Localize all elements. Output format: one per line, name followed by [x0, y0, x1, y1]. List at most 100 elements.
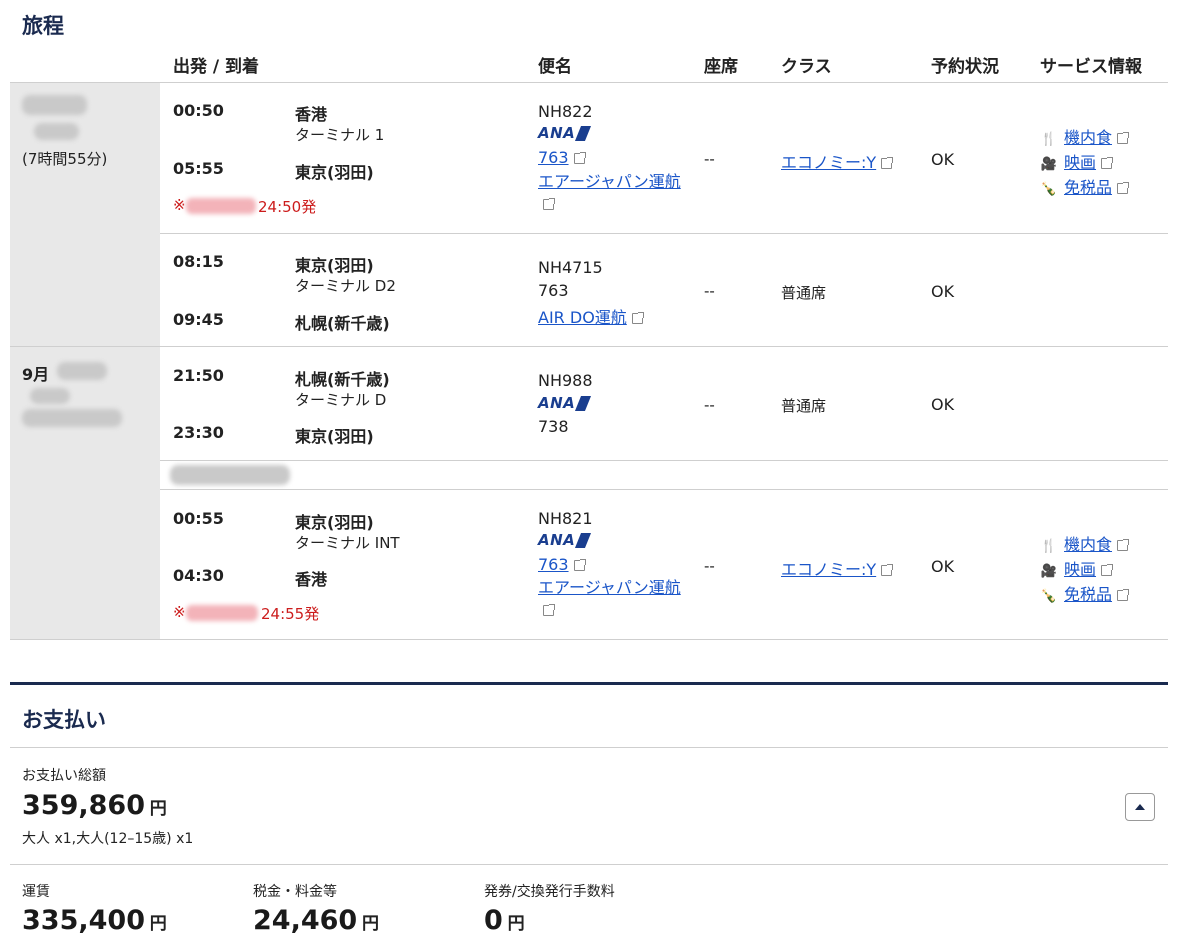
duty-free-icon: 🍾: [1040, 182, 1058, 197]
aircraft-link-text[interactable]: 763: [538, 555, 569, 574]
operator-link-text[interactable]: エアージャパン運航: [538, 172, 681, 191]
seg4-service-meal[interactable]: 🍴 機内食: [1040, 531, 1130, 555]
seg1-dep-terminal: ターミナル 1: [295, 126, 385, 144]
class-link-text[interactable]: エコノミー:Y: [781, 560, 876, 579]
seg4-dep-time: 00:55: [173, 509, 224, 528]
redacted-date: [34, 123, 79, 140]
redacted-date: [22, 95, 87, 115]
seg4-dep-terminal: ターミナル INT: [295, 534, 400, 552]
seg3-flight-number: NH988: [538, 371, 593, 390]
seg1-status: OK: [931, 150, 955, 169]
movie-icon: 🎥: [1040, 564, 1058, 579]
seg4-service-dutyfree[interactable]: 🍾 免税品: [1040, 581, 1130, 605]
redacted-date: [30, 388, 70, 404]
external-link-icon: [573, 559, 586, 571]
seg1-service-meal[interactable]: 🍴 機内食: [1040, 124, 1130, 148]
col-service: サービス情報: [1040, 57, 1142, 77]
service-link-text[interactable]: 免税品: [1064, 178, 1112, 197]
seg4-seat: --: [704, 557, 715, 575]
redacted-date: [57, 362, 107, 380]
external-link-icon: [1101, 157, 1114, 169]
external-link-icon: [1117, 539, 1130, 551]
seg3-dep-terminal: ターミナル D: [295, 391, 387, 409]
seg1-arr-city: 東京(羽田): [295, 163, 374, 182]
class-link-text[interactable]: エコノミー:Y: [781, 153, 876, 172]
meal-icon: 🍴: [1040, 539, 1058, 554]
aircraft-link-text[interactable]: 763: [538, 148, 569, 167]
fee-amount-value: 0: [484, 905, 503, 936]
seg1-dep-city: 香港: [295, 105, 328, 124]
seg3-aircraft: 738: [538, 417, 569, 436]
external-link-icon: [881, 564, 894, 576]
tax-label: 税金・料金等: [253, 884, 337, 900]
external-link-icon: [573, 152, 586, 164]
seg4-status: OK: [931, 557, 955, 576]
seg3-class: 普通席: [781, 397, 827, 415]
redacted-note: [186, 605, 258, 621]
tax-amount: 24,460 円: [253, 905, 379, 936]
payment-section-rule: [10, 682, 1168, 685]
seg2-dep-city: 東京(羽田): [295, 256, 374, 275]
ana-logo-text: ANA: [538, 531, 576, 549]
seg1-service-dutyfree[interactable]: 🍾 免税品: [1040, 174, 1130, 198]
seg4-arr-city: 香港: [295, 570, 328, 589]
total-amount-value: 359,860: [22, 790, 145, 821]
fee-label: 発券/交換発行手数料: [484, 884, 615, 900]
external-link-icon: [1101, 564, 1114, 576]
service-link-text[interactable]: 映画: [1064, 153, 1096, 172]
service-link-text[interactable]: 映画: [1064, 560, 1096, 579]
date-cell-1: [10, 83, 160, 346]
operator-link-text[interactable]: AIR DO運航: [538, 308, 627, 327]
redacted-transfer-info: [170, 465, 290, 485]
col-depart-arrive: 出発 / 到着: [173, 57, 260, 77]
redacted-note: [186, 198, 256, 214]
yen-unit: 円: [149, 914, 167, 934]
seg2-operator-link[interactable]: AIR DO運航: [538, 304, 644, 328]
seg3-arr-time: 23:30: [173, 423, 224, 442]
col-status: 予約状況: [931, 57, 999, 77]
row-divider: [160, 460, 1168, 461]
row-divider: [160, 233, 1168, 234]
seg2-arr-city: 札幌(新千歳): [295, 314, 390, 333]
operator-link-text[interactable]: エアージャパン運航: [538, 578, 681, 597]
row-divider: [10, 346, 1168, 347]
header-divider: [10, 82, 1168, 83]
ana-logo-icon: ANA: [538, 531, 592, 549]
total-label: お支払い総額: [22, 768, 106, 784]
seg3-seat: --: [704, 396, 715, 414]
seg1-aircraft-link[interactable]: 763: [538, 148, 586, 167]
seg3-status: OK: [931, 395, 955, 414]
service-link-text[interactable]: 機内食: [1064, 128, 1112, 147]
seg4-operator-link[interactable]: エアージャパン運航: [538, 577, 688, 621]
col-class: クラス: [781, 57, 832, 77]
seg2-dep-time: 08:15: [173, 252, 224, 271]
seg4-service-movie[interactable]: 🎥 映画: [1040, 556, 1114, 580]
fare-amount: 335,400 円: [22, 905, 167, 936]
total-amount: 359,860 円: [22, 790, 167, 821]
ana-logo-icon: ANA: [538, 124, 592, 142]
seg1-class-link[interactable]: エコノミー:Y: [781, 149, 894, 173]
seg2-aircraft: 763: [538, 281, 569, 300]
chevron-up-icon: [1135, 804, 1145, 810]
seg3-arr-city: 東京(羽田): [295, 427, 374, 446]
fee-amount: 0 円: [484, 905, 525, 936]
seg4-arr-time: 04:30: [173, 566, 224, 585]
seg4-aircraft-link[interactable]: 763: [538, 555, 586, 574]
service-link-text[interactable]: 免税品: [1064, 585, 1112, 604]
ana-logo-text: ANA: [538, 124, 576, 142]
seg1-operator-link[interactable]: エアージャパン運航: [538, 171, 688, 215]
collapse-button[interactable]: [1125, 793, 1155, 821]
payment-divider: [10, 864, 1168, 865]
trip-duration: (7時間55分): [22, 150, 108, 168]
seg1-dep-time: 00:50: [173, 101, 224, 120]
seg2-flight-number: NH4715: [538, 258, 603, 277]
yen-unit: 円: [507, 914, 525, 934]
ana-logo-text: ANA: [538, 394, 576, 412]
seg1-service-movie[interactable]: 🎥 映画: [1040, 149, 1114, 173]
external-link-icon: [543, 198, 555, 210]
table-bottom-divider: [10, 639, 1168, 640]
meal-icon: 🍴: [1040, 132, 1058, 147]
service-link-text[interactable]: 機内食: [1064, 535, 1112, 554]
seg4-class-link[interactable]: エコノミー:Y: [781, 556, 894, 580]
seg2-seat: --: [704, 282, 715, 300]
